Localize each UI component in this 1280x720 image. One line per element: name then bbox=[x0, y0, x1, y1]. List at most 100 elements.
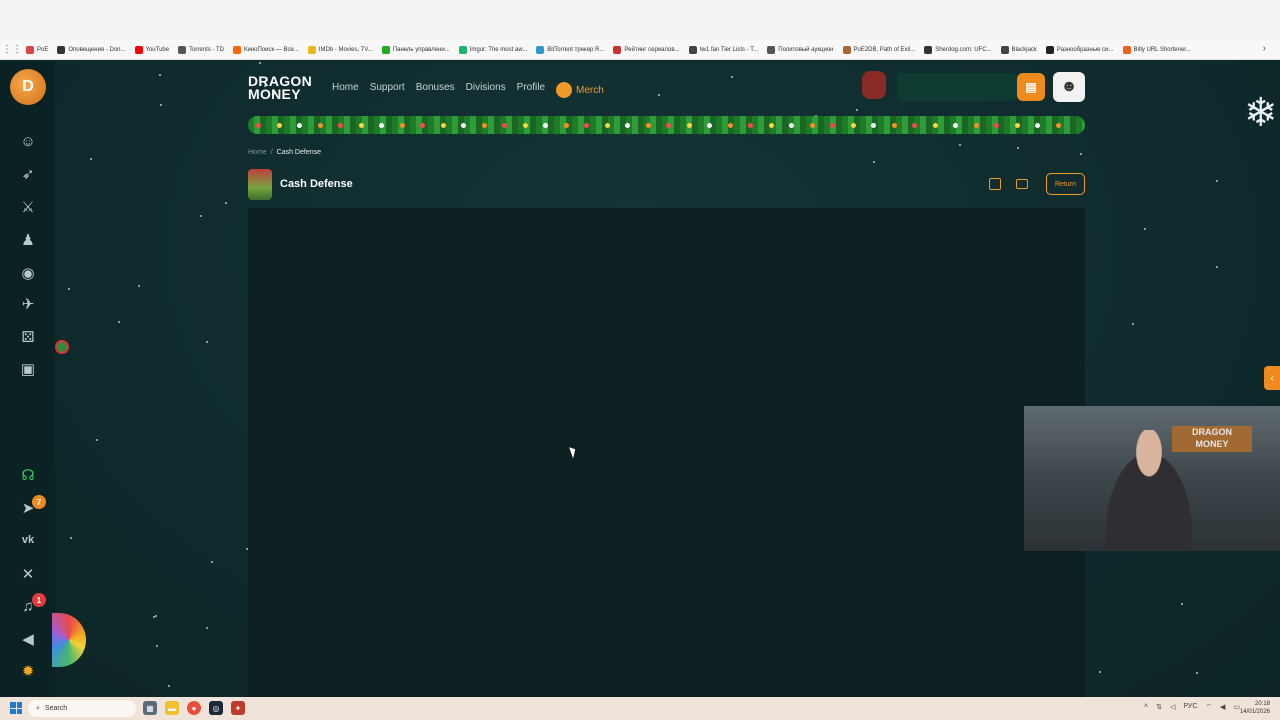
more-bookmarks-icon[interactable]: › bbox=[1263, 43, 1266, 54]
bookmark-item[interactable]: Sherdog.com: UFC... bbox=[924, 45, 992, 54]
chrome-icon[interactable]: ● bbox=[187, 701, 201, 715]
bookmark-item[interactable]: Оповещения - Don... bbox=[57, 45, 126, 54]
bookmark-item[interactable]: Рейтинг сериалов... bbox=[613, 45, 680, 54]
lightbulb-icon[interactable]: ✹ bbox=[18, 661, 38, 681]
garland-light bbox=[379, 123, 384, 128]
wallet-icon[interactable]: ▤ bbox=[1017, 73, 1045, 101]
dice-icon[interactable]: ⚄ bbox=[18, 327, 38, 347]
dragon-logo-icon[interactable]: D bbox=[10, 69, 46, 105]
avatar-icon[interactable]: ☻ bbox=[1053, 72, 1085, 102]
crossed-swords-icon[interactable]: ⚔ bbox=[18, 197, 38, 217]
x-icon[interactable]: ✕ bbox=[18, 564, 38, 584]
garland-light bbox=[953, 123, 958, 128]
chevron-up-icon[interactable]: ˄ bbox=[1144, 703, 1148, 712]
steam-icon[interactable]: ◎ bbox=[209, 701, 223, 715]
rocket-icon[interactable]: ➶ bbox=[18, 164, 38, 184]
bookmark-item[interactable]: Разнообразные си... bbox=[1045, 45, 1114, 54]
plane-icon[interactable]: ✈ bbox=[18, 294, 38, 314]
gift-icon[interactable]: ▣ bbox=[18, 359, 38, 379]
garland-light bbox=[891, 123, 897, 128]
bookmark-label: КиноПоиск — Все... bbox=[244, 46, 299, 53]
network-icon[interactable]: ⇅ bbox=[1156, 703, 1162, 712]
bookmark-favicon-icon bbox=[1000, 45, 1009, 54]
bookmark-favicon-icon bbox=[57, 45, 66, 54]
bookmark-label: Torrents - TD bbox=[189, 46, 224, 53]
app-icon[interactable]: ✦ bbox=[231, 701, 245, 715]
snow-particle bbox=[117, 320, 120, 323]
bookmark-item[interactable]: PoE2DB, Path of Exil... bbox=[842, 45, 915, 54]
bookmark-item[interactable]: Blackjack bbox=[1000, 45, 1037, 54]
bookmark-item[interactable]: Bitly URL Shortener... bbox=[1122, 45, 1191, 54]
fortune-wheel-icon[interactable] bbox=[52, 613, 86, 667]
bookmark-item[interactable]: YouTube bbox=[134, 45, 169, 54]
garland-light bbox=[645, 123, 651, 128]
breadcrumb-home[interactable]: Home bbox=[248, 149, 267, 156]
bookmark-item[interactable]: Панель управлени... bbox=[381, 45, 450, 54]
webcam-overlay: DRAGON MONEY bbox=[1024, 406, 1280, 551]
bookmark-item[interactable]: IMDb - Movies, TV... bbox=[307, 45, 373, 54]
bookmark-label: Sherdog.com: UFC... bbox=[935, 46, 992, 53]
chevron-left-icon[interactable]: ‹ bbox=[1264, 366, 1280, 390]
volume-tray-icon[interactable]: ◀ bbox=[1220, 703, 1225, 712]
bookmark-favicon-icon bbox=[134, 45, 143, 54]
bookmark-favicon-icon bbox=[178, 45, 187, 54]
snow-particle bbox=[1215, 265, 1218, 268]
person-icon[interactable]: ♟ bbox=[18, 230, 38, 250]
theater-mode-icon[interactable] bbox=[1016, 179, 1028, 189]
bookmark-item[interactable]: PoE bbox=[26, 45, 49, 54]
bookmark-label: IMDb - Movies, TV... bbox=[318, 46, 373, 53]
headset-icon[interactable]: ☊ bbox=[18, 465, 38, 485]
balance-display[interactable] bbox=[897, 73, 1017, 101]
bookmark-item[interactable]: Torrents - TD bbox=[178, 45, 224, 54]
task-view-icon[interactable]: ▦ bbox=[143, 701, 157, 715]
snow-particle bbox=[873, 160, 876, 163]
taskbar-clock[interactable]: 20:18 14/01/2026 bbox=[1240, 700, 1270, 716]
language-indicator[interactable]: РУС bbox=[1183, 703, 1197, 712]
volume-icon[interactable]: ◀ bbox=[18, 629, 38, 649]
garland-light bbox=[932, 123, 938, 128]
bookmark-favicon-icon bbox=[26, 45, 34, 54]
garland-light bbox=[399, 123, 405, 128]
fire-icon[interactable]: ◉ bbox=[18, 263, 38, 283]
snow-particle bbox=[160, 104, 163, 107]
garland-light bbox=[994, 123, 999, 128]
snow-particle bbox=[95, 439, 98, 442]
brand-logo[interactable]: DRAGON MONEY bbox=[248, 74, 312, 101]
candy-icon bbox=[55, 340, 69, 354]
garland-light bbox=[358, 123, 364, 128]
bookmark-label: Blackjack bbox=[1011, 46, 1037, 53]
game-frame[interactable] bbox=[248, 208, 1085, 697]
taskbar-search[interactable]: ⌕ Search bbox=[28, 700, 136, 717]
bookmark-favicon-icon bbox=[233, 45, 241, 54]
bookmark-favicon-icon bbox=[613, 45, 622, 54]
snow-particle bbox=[1144, 227, 1147, 230]
bookmark-label: PoE bbox=[37, 46, 49, 53]
nav-merch[interactable]: Merch bbox=[556, 82, 604, 98]
wifi-icon[interactable]: ⌔ bbox=[1205, 703, 1212, 712]
windows-start-icon[interactable] bbox=[10, 702, 22, 714]
garland-light bbox=[830, 123, 835, 128]
nav-bonuses[interactable]: Bonuses bbox=[416, 82, 455, 98]
nav-divisions[interactable]: Divisions bbox=[466, 82, 506, 98]
file-explorer-icon[interactable]: ▬ bbox=[165, 701, 179, 715]
snow-particle bbox=[1080, 152, 1083, 155]
nav-support[interactable]: Support bbox=[370, 82, 405, 98]
return-button[interactable]: Return bbox=[1046, 173, 1085, 195]
bookmark-item[interactable]: КиноПоиск — Все... bbox=[233, 45, 299, 54]
nav-home[interactable]: Home bbox=[332, 82, 359, 98]
bookmark-item[interactable]: BitTorrent трекер R... bbox=[536, 45, 604, 54]
bookmark-item[interactable]: Imgur: The most aw... bbox=[458, 45, 527, 54]
fullscreen-icon[interactable] bbox=[989, 178, 1001, 190]
garland-light bbox=[789, 123, 794, 128]
breadcrumb: Home / Cash Defense bbox=[248, 149, 321, 156]
nav-profile[interactable]: Profile bbox=[517, 82, 545, 98]
telegram-badge: 7 bbox=[32, 495, 46, 509]
vk-icon[interactable]: vk bbox=[18, 530, 38, 550]
apps-grid-icon[interactable]: ⋮⋮ bbox=[2, 42, 22, 58]
smile-icon[interactable]: ☺ bbox=[18, 131, 38, 151]
bookmark-item[interactable]: Политовый аукцион bbox=[767, 45, 834, 54]
search-placeholder: Search bbox=[44, 705, 68, 712]
bookmark-item[interactable]: №1 fan Tier Lists - T... bbox=[688, 45, 758, 54]
snow-particle bbox=[1016, 147, 1019, 150]
speaker-icon[interactable]: ◁ bbox=[1170, 703, 1175, 712]
